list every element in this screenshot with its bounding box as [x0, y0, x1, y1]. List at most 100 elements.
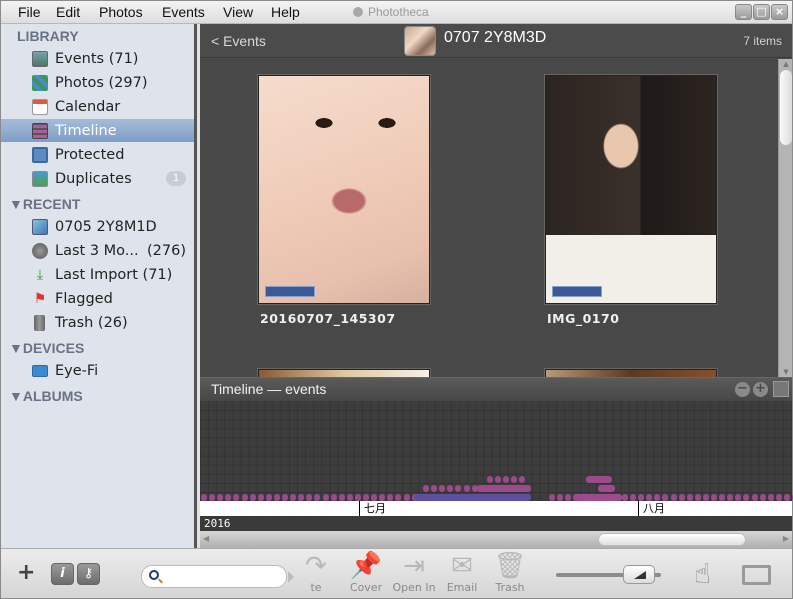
photo-thumbnail[interactable] [545, 75, 717, 304]
pan-tool-icon[interactable]: ☝ [694, 557, 711, 590]
email-icon: ✉ [451, 551, 473, 581]
sidebar-item-label: 0705 2Y8M1D [55, 218, 157, 235]
timeline-grid[interactable] [200, 402, 793, 502]
photo-name: 20160707_145307 [260, 311, 396, 326]
tool-label: te [310, 581, 322, 594]
sidebar-item-eyefi[interactable]: Eye-Fi [1, 359, 194, 382]
app-logo-icon [353, 7, 363, 17]
timeline-months: 七月 八月 [200, 501, 792, 516]
timeline-event-bar[interactable] [477, 484, 531, 492]
timeline-event-bar[interactable] [487, 475, 494, 483]
email-button[interactable]: ✉ Email [437, 551, 487, 597]
protected-icon [32, 146, 48, 163]
timeline-event-bar[interactable] [431, 484, 438, 492]
timeline-scrollbar[interactable]: ◀ ▶ [200, 531, 792, 548]
watermark [265, 286, 315, 297]
sidebar-item-label: Last Import (71) [55, 266, 173, 283]
sidebar-item-duplicates[interactable]: Duplicates 1 [1, 167, 194, 190]
timeline-event-bar[interactable] [447, 484, 454, 492]
timeline-event-bar[interactable] [423, 484, 430, 492]
month-label: 八月 [638, 501, 665, 516]
histogram-icon[interactable] [773, 381, 789, 397]
search-icon [149, 570, 159, 580]
photo-grid: 20160707_145307 IMG_0170 [200, 59, 778, 377]
photo-thumbnail[interactable] [258, 75, 430, 304]
info-button[interactable]: i [51, 563, 74, 585]
sidebar-item-recent-event[interactable]: 0705 2Y8M1D [1, 215, 194, 238]
tool-label: Trash [495, 581, 525, 594]
duplicates-icon [32, 170, 48, 187]
sidebar-item-flagged[interactable]: ⚑ Flagged [1, 287, 194, 310]
timeline-header: Timeline — events − + [200, 377, 792, 401]
open-in-button[interactable]: ⇥ Open In [389, 551, 439, 597]
maximize-button[interactable]: □ [753, 4, 770, 20]
add-button[interactable]: + [17, 562, 35, 584]
section-devices[interactable]: ▼DEVICES [9, 340, 84, 356]
timeline-event-bar[interactable] [519, 475, 526, 483]
timeline-year-bar: 2016 [200, 516, 792, 531]
photo-thumbnail[interactable] [258, 369, 430, 377]
timeline-event-bar[interactable] [439, 484, 446, 492]
sidebar-item-label: Duplicates [55, 170, 132, 187]
photo-thumbnail[interactable] [545, 369, 717, 377]
minimize-button[interactable]: _ [735, 4, 752, 20]
menu-help[interactable]: Help [271, 4, 300, 20]
section-albums[interactable]: ▼ALBUMS [9, 388, 83, 404]
scroll-down-arrow[interactable]: ▼ [779, 367, 793, 377]
menu-edit[interactable]: Edit [56, 4, 80, 20]
trash-button[interactable]: 🗑 Trash [485, 551, 535, 597]
cover-button[interactable]: 📌 Cover [341, 551, 391, 597]
window-controls: _ □ × [735, 4, 788, 20]
open-in-icon: ⇥ [403, 551, 425, 581]
sidebar-item-trash[interactable]: Trash (26) [1, 311, 194, 334]
scrollbar-thumb[interactable] [780, 70, 792, 145]
photo-grid-scrollbar[interactable]: ▲ ▼ [778, 59, 792, 377]
search-input[interactable] [164, 569, 282, 585]
scroll-right-arrow[interactable]: ▶ [783, 534, 789, 543]
timeline-event-bar[interactable] [455, 484, 462, 492]
sidebar-item-label: Last 3 Mo... [55, 242, 139, 259]
section-recent[interactable]: ▼RECENT [9, 196, 80, 212]
sidebar-item-events[interactable]: Events (71) [1, 47, 194, 70]
sidebar-item-last-import[interactable]: ⤓ Last Import (71) [1, 263, 194, 286]
sidebar-item-protected[interactable]: Protected [1, 143, 194, 166]
zoom-in-button[interactable]: + [753, 382, 768, 397]
timeline-event-bar[interactable] [495, 475, 502, 483]
menu-file[interactable]: File [18, 4, 41, 20]
timeline-title: Timeline — events [211, 381, 327, 397]
timeline-event-bar[interactable] [511, 475, 518, 483]
sidebar-item-label: Trash (26) [55, 314, 128, 331]
sidebar-item-label: Eye-Fi [55, 362, 99, 379]
scroll-left-arrow[interactable]: ◀ [203, 534, 209, 543]
sidebar-item-last-3-months[interactable]: Last 3 Mo... (276) [1, 239, 194, 262]
timeline-event-bar[interactable] [503, 475, 510, 483]
main-panel: < Events 0707 2Y8M3D 7 items 20160707_14… [200, 24, 793, 548]
timeline-event-bar[interactable] [598, 484, 615, 492]
scrollbar-thumb[interactable] [598, 533, 746, 546]
sidebar-item-label: Protected [55, 146, 125, 163]
thumbnail-size-slider-knob[interactable] [623, 565, 655, 584]
scroll-up-arrow[interactable]: ▲ [779, 59, 793, 69]
timeline-icon [32, 122, 48, 139]
menu-view[interactable]: View [223, 4, 253, 20]
trash-icon [34, 314, 45, 331]
sidebar-item-calendar[interactable]: Calendar [1, 95, 194, 118]
tool-label: Open In [392, 581, 436, 594]
app-window: File Edit Photos Events View Help Photot… [0, 0, 793, 599]
menu-photos[interactable]: Photos [99, 4, 143, 20]
zoom-out-button[interactable]: − [735, 382, 750, 397]
sidebar-item-timeline[interactable]: Timeline [1, 119, 194, 142]
share-button[interactable]: ↷ te [291, 551, 341, 597]
key-button[interactable]: ⚷ [77, 563, 100, 585]
timeline-event-bar[interactable] [463, 484, 470, 492]
close-button[interactable]: × [771, 4, 788, 20]
timeline-event-bar[interactable] [586, 475, 612, 483]
search-field[interactable] [141, 565, 287, 588]
item-count: 7 items [743, 34, 782, 48]
sidebar-item-photos[interactable]: Photos (297) [1, 71, 194, 94]
back-to-events-button[interactable]: < Events [211, 33, 266, 49]
sidebar-item-count: (276) [147, 242, 186, 259]
menu-events[interactable]: Events [162, 4, 205, 20]
event-header: < Events 0707 2Y8M3D 7 items [200, 24, 792, 58]
fullscreen-button[interactable] [742, 565, 771, 585]
